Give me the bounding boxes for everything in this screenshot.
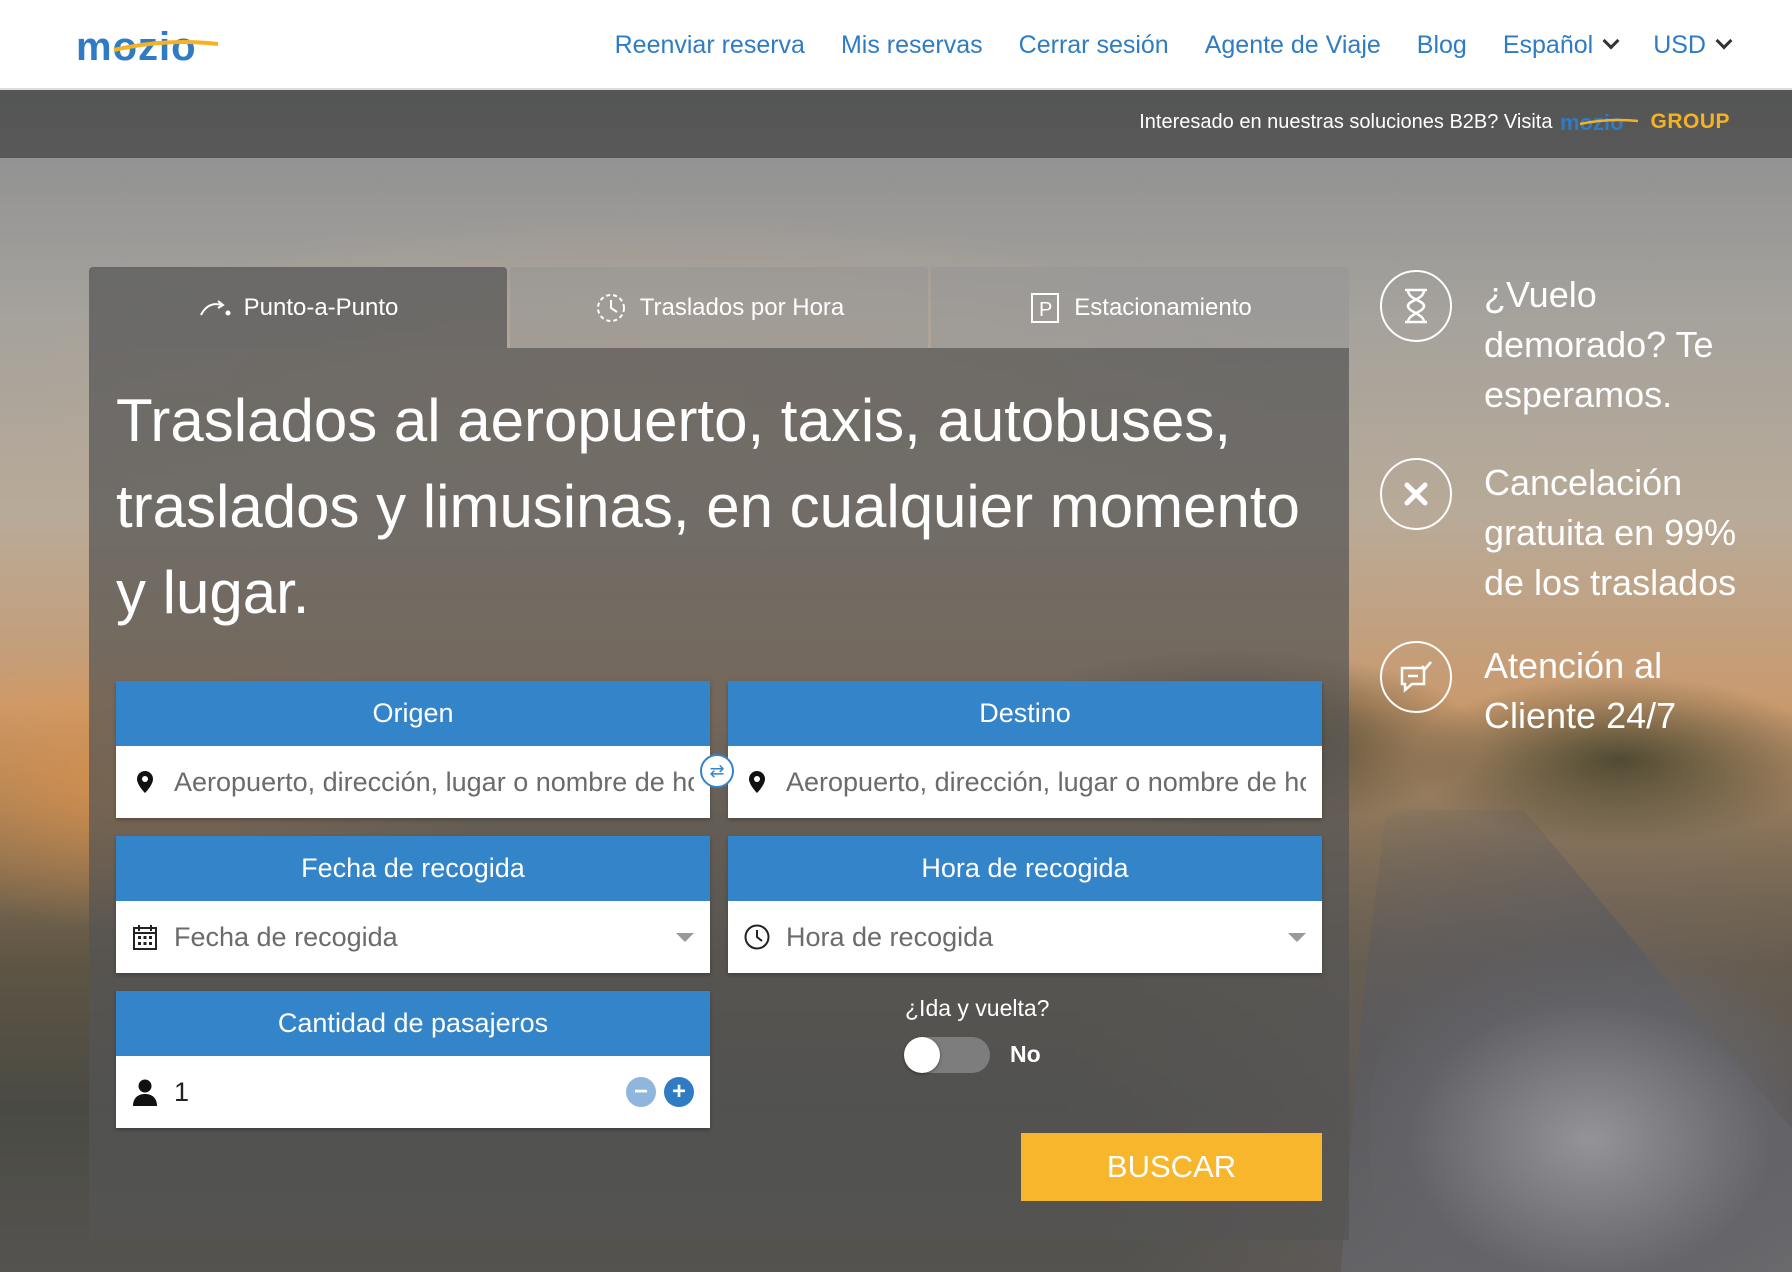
- pickup-date-field: Fecha de recogida Fecha de recogida: [116, 836, 710, 973]
- hourglass-icon: [1380, 270, 1452, 342]
- person-icon: [132, 1079, 158, 1106]
- search-form: Traslados al aeropuerto, taxis, autobuse…: [89, 348, 1349, 1240]
- nav-blog[interactable]: Blog: [1417, 31, 1467, 60]
- chevron-down-icon: [1602, 32, 1620, 50]
- parking-icon: P: [1031, 292, 1060, 323]
- route-arrow-icon: [199, 299, 231, 315]
- increment-passengers-button[interactable]: +: [664, 1077, 694, 1107]
- language-dropdown[interactable]: Español: [1502, 30, 1620, 60]
- passengers-count: 1: [174, 1076, 190, 1107]
- swap-locations-button[interactable]: ⇄: [700, 754, 734, 788]
- origin-field: Origen: [116, 681, 710, 818]
- hero-background: Interesado en nuestras soluciones B2B? V…: [0, 90, 1792, 1272]
- chevron-down-icon: [676, 932, 694, 942]
- mozio-group-link[interactable]: mozio GROUP: [1560, 110, 1730, 134]
- main-nav: Reenviar reserva Mis reservas Cerrar ses…: [615, 0, 1733, 90]
- clock-dashed-icon: [596, 293, 625, 322]
- pickup-time-value: Hora de recogida: [786, 921, 994, 952]
- destination-label: Destino: [728, 681, 1322, 746]
- passengers-field: Cantidad de pasajeros 1 − +: [116, 991, 710, 1128]
- tab-label: Estacionamiento: [1074, 293, 1252, 321]
- tab-parking[interactable]: P Estacionamiento: [931, 267, 1349, 348]
- close-circle-icon: [1380, 458, 1452, 530]
- feature-free-cancellation: Cancelación gratuita en 99% de los trasl…: [1380, 458, 1744, 608]
- feature-text: Atención al Cliente 24/7: [1484, 645, 1677, 736]
- service-tabs: Punto-a-Punto Traslados por Hora P Estac…: [89, 267, 1349, 348]
- group-label: GROUP: [1650, 110, 1730, 133]
- feature-support: Atención al Cliente 24/7: [1380, 641, 1744, 741]
- location-pin-icon: [744, 769, 770, 795]
- currency-label: USD: [1653, 30, 1706, 59]
- tab-hourly[interactable]: Traslados por Hora: [510, 267, 928, 348]
- language-label: Español: [1502, 30, 1594, 59]
- pickup-time-select[interactable]: Hora de recogida: [728, 901, 1322, 973]
- clock-icon: [744, 924, 770, 950]
- origin-label: Origen: [116, 681, 710, 746]
- nav-logout[interactable]: Cerrar sesión: [1019, 31, 1169, 60]
- feature-text: ¿Vuelo demorado? Te esperamos.: [1484, 274, 1714, 415]
- calendar-icon: [132, 924, 158, 950]
- search-panel: Punto-a-Punto Traslados por Hora P Estac…: [89, 267, 1349, 1240]
- svg-text:P: P: [1039, 299, 1052, 321]
- toggle-knob: [904, 1037, 940, 1073]
- passengers-stepper: − +: [626, 1077, 694, 1107]
- tab-point-to-point[interactable]: Punto-a-Punto: [89, 267, 507, 348]
- mozio-group-logo: mozio: [1560, 110, 1639, 134]
- passengers-label: Cantidad de pasajeros: [116, 991, 710, 1056]
- nav-travel-agent[interactable]: Agente de Viaje: [1205, 31, 1381, 60]
- currency-dropdown[interactable]: USD: [1653, 30, 1733, 60]
- b2b-banner: Interesado en nuestras soluciones B2B? V…: [0, 90, 1792, 158]
- chevron-down-icon: [1715, 32, 1733, 50]
- round-trip-label: ¿Ida y vuelta?: [905, 995, 1050, 1021]
- top-header: mozio Reenviar reserva Mis reservas Cerr…: [0, 0, 1792, 90]
- pickup-date-select[interactable]: Fecha de recogida: [116, 901, 710, 973]
- mozio-logo[interactable]: mozio: [76, 24, 236, 69]
- chevron-down-icon: [1288, 932, 1306, 942]
- pickup-time-label: Hora de recogida: [728, 836, 1322, 901]
- tab-label: Traslados por Hora: [639, 293, 845, 321]
- destination-input[interactable]: [786, 766, 1306, 798]
- nav-resend-booking[interactable]: Reenviar reserva: [615, 31, 805, 60]
- round-trip-toggle[interactable]: [904, 1037, 990, 1073]
- chat-support-icon: [1380, 641, 1452, 713]
- pickup-date-label: Fecha de recogida: [116, 836, 710, 901]
- decrement-passengers-button[interactable]: −: [626, 1077, 656, 1107]
- round-trip-value: No: [1010, 1041, 1041, 1067]
- pickup-date-value: Fecha de recogida: [174, 921, 398, 952]
- nav-my-bookings[interactable]: Mis reservas: [841, 31, 983, 60]
- feature-text: Cancelación gratuita en 99% de los trasl…: [1484, 462, 1737, 603]
- tab-label: Punto-a-Punto: [243, 293, 399, 321]
- feature-delayed-flight: ¿Vuelo demorado? Te esperamos.: [1380, 270, 1744, 420]
- destination-field: Destino: [728, 681, 1322, 818]
- b2b-text: Interesado en nuestras soluciones B2B? V…: [1139, 110, 1553, 133]
- origin-input[interactable]: [174, 766, 694, 798]
- page-headline: Traslados al aeropuerto, taxis, autobuse…: [116, 387, 1300, 626]
- location-pin-icon: [132, 769, 158, 795]
- pickup-time-field: Hora de recogida Hora de recogida: [728, 836, 1322, 973]
- search-button[interactable]: BUSCAR: [1021, 1133, 1322, 1201]
